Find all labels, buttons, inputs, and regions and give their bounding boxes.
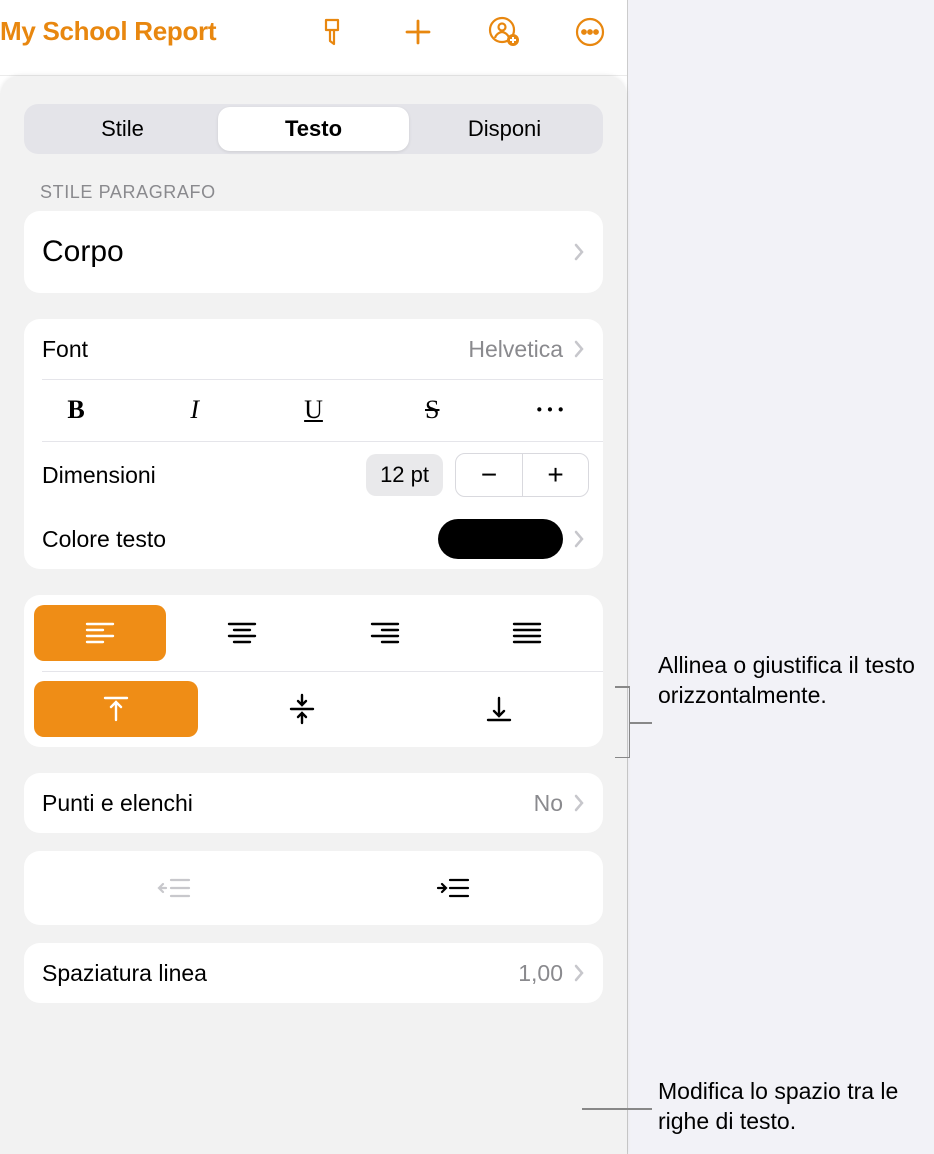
chevron-right-icon <box>573 794 585 812</box>
align-middle-button[interactable] <box>208 681 396 737</box>
paragraph-style-name: Corpo <box>42 235 563 269</box>
annotation-line-spacing: Modifica lo spazio tra le righe di testo… <box>658 1076 928 1137</box>
text-color-row[interactable]: Colore testo <box>24 509 603 569</box>
chevron-right-icon <box>573 530 585 548</box>
bold-button[interactable]: B <box>46 388 106 432</box>
format-panel: Stile Testo Disponi STILE PARAGRAFO Corp… <box>0 76 627 1154</box>
annotation-align: Allinea o giustifica il testo orizzontal… <box>658 650 918 711</box>
chevron-right-icon <box>573 340 585 358</box>
toolbar-actions <box>315 15 611 49</box>
bullets-card: Punti e elenchi No <box>24 773 603 833</box>
align-right-button[interactable] <box>319 605 451 661</box>
align-center-button[interactable] <box>176 605 308 661</box>
align-left-button[interactable] <box>34 605 166 661</box>
more-text-options-button[interactable]: ··· <box>521 388 581 432</box>
text-color-label: Colore testo <box>42 526 438 553</box>
line-spacing-row[interactable]: Spaziatura linea 1,00 <box>24 943 603 1003</box>
insert-plus-icon[interactable] <box>401 15 435 49</box>
decrease-size-button[interactable]: − <box>456 454 522 496</box>
font-size-value[interactable]: 12 pt <box>366 454 443 496</box>
paragraph-style-card: Corpo <box>24 211 603 293</box>
increase-size-button[interactable]: + <box>522 454 588 496</box>
text-color-swatch[interactable] <box>438 519 563 559</box>
indent-card <box>24 851 603 925</box>
paragraph-style-row[interactable]: Corpo <box>24 211 603 293</box>
alignment-card <box>24 595 603 747</box>
tab-text[interactable]: Testo <box>218 107 409 151</box>
bullets-row[interactable]: Punti e elenchi No <box>24 773 603 833</box>
panel-tabs: Stile Testo Disponi <box>24 104 603 154</box>
font-card: Font Helvetica B I U S ··· Dimensioni 12… <box>24 319 603 569</box>
line-spacing-label: Spaziatura linea <box>42 960 518 987</box>
app-window: My School Report <box>0 0 628 1154</box>
font-label: Font <box>42 336 468 363</box>
font-row[interactable]: Font Helvetica <box>24 319 603 379</box>
indent-row <box>24 851 603 925</box>
bullets-value: No <box>534 790 563 817</box>
chevron-right-icon <box>573 964 585 982</box>
chevron-right-icon <box>573 243 585 261</box>
line-spacing-card: Spaziatura linea 1,00 <box>24 943 603 1003</box>
callout-line <box>630 722 652 724</box>
outdent-button[interactable] <box>34 865 314 911</box>
tab-arrange[interactable]: Disponi <box>409 107 600 151</box>
strikethrough-button[interactable]: S <box>402 388 462 432</box>
font-size-stepper: − + <box>455 453 589 497</box>
italic-button[interactable]: I <box>165 388 225 432</box>
format-brush-icon[interactable] <box>315 15 349 49</box>
vertical-align-row <box>24 671 603 747</box>
align-bottom-button[interactable] <box>406 681 594 737</box>
align-justify-button[interactable] <box>461 605 593 661</box>
tab-style[interactable]: Stile <box>27 107 218 151</box>
bullets-label: Punti e elenchi <box>42 790 534 817</box>
document-title[interactable]: My School Report <box>0 16 216 47</box>
font-value: Helvetica <box>468 336 563 363</box>
callout-bracket <box>616 686 630 758</box>
toolbar: My School Report <box>0 0 627 76</box>
line-spacing-value: 1,00 <box>518 960 563 987</box>
underline-button[interactable]: U <box>284 388 344 432</box>
collaborate-icon[interactable] <box>487 15 521 49</box>
font-style-row: B I U S ··· <box>24 379 603 441</box>
font-size-row: Dimensioni 12 pt − + <box>24 441 603 509</box>
font-size-label: Dimensioni <box>42 462 366 489</box>
callout-line <box>582 1108 652 1110</box>
indent-button[interactable] <box>314 865 594 911</box>
more-icon[interactable] <box>573 15 607 49</box>
paragraph-style-header: STILE PARAGRAFO <box>40 182 603 203</box>
horizontal-align-row <box>24 595 603 671</box>
align-top-button[interactable] <box>34 681 198 737</box>
